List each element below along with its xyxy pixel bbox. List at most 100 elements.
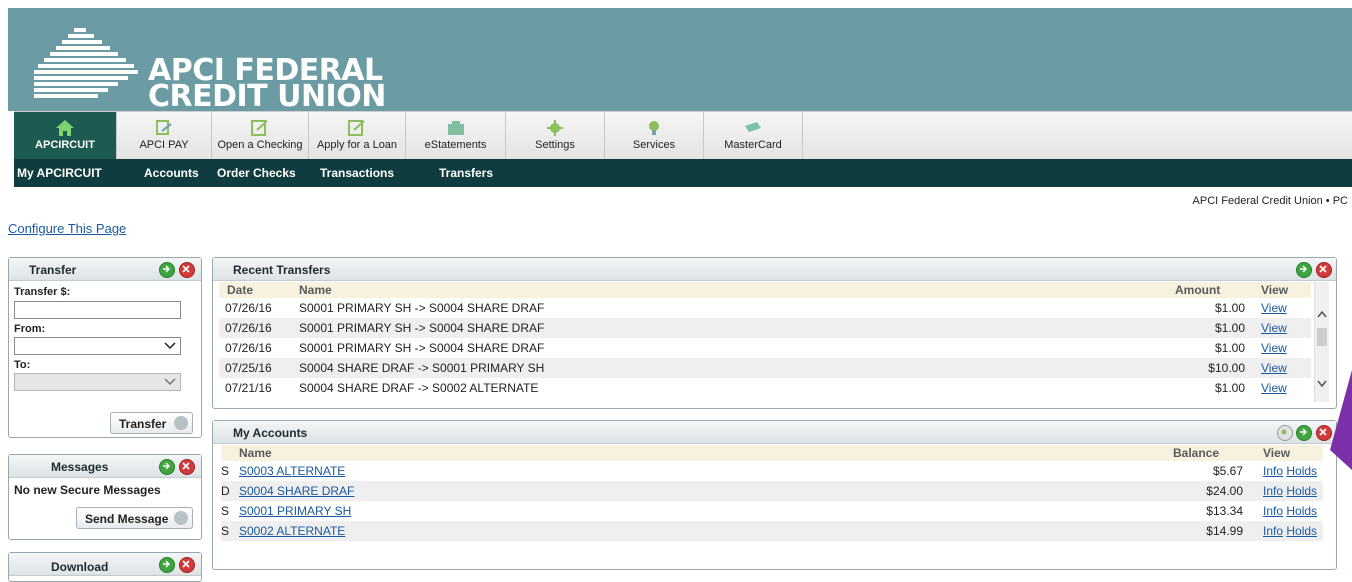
pay-icon xyxy=(156,120,172,135)
account-balance: $24.00 xyxy=(1173,481,1249,501)
tab-open-checking[interactable]: Open a Checking xyxy=(212,112,309,160)
recent-transfers-table: Date Name Amount View 07/26/16 S0001 PRI… xyxy=(219,282,1311,398)
column-header-balance: Balance xyxy=(1173,445,1249,461)
transfer-amount-label: Transfer $: xyxy=(14,286,71,298)
transfer-name: S0004 SHARE DRAF -> S0002 ALTERNATE xyxy=(299,381,539,395)
button-label: Transfer xyxy=(119,417,167,431)
holds-link[interactable]: Holds xyxy=(1286,484,1317,498)
scrollbar-thumb[interactable] xyxy=(1317,328,1327,346)
gear-icon xyxy=(547,120,563,136)
subnav-transactions[interactable]: Transactions xyxy=(320,166,394,180)
account-name-link[interactable]: S0002 ALTERNATE xyxy=(239,524,345,538)
arrow-right-icon xyxy=(174,511,188,525)
transfer-amount-input[interactable] xyxy=(14,301,181,319)
tab-settings[interactable]: Settings xyxy=(506,112,605,160)
tab-services[interactable]: Services xyxy=(605,112,704,160)
main-tab-bar: APCIRCUIT APCI PAY Open a Checking Apply… xyxy=(14,111,1352,161)
info-link[interactable]: Info xyxy=(1263,464,1283,478)
tab-label: Settings xyxy=(535,139,575,151)
panel-title: Messages xyxy=(51,460,109,474)
tab-apci-pay[interactable]: APCI PAY xyxy=(117,112,212,160)
table-row: S S0002 ALTERNATE $14.99 Info Holds xyxy=(221,521,1323,541)
configure-page-link[interactable]: Configure This Page xyxy=(8,221,126,236)
account-name-link[interactable]: S0004 SHARE DRAF xyxy=(239,484,354,498)
tab-label: MasterCard xyxy=(724,139,782,151)
close-icon[interactable] xyxy=(179,557,195,573)
tab-label: APCIRCUIT xyxy=(35,139,95,151)
button-label: Send Message xyxy=(85,512,169,526)
send-message-button[interactable]: Send Message xyxy=(76,507,193,529)
tab-estatements[interactable]: eStatements xyxy=(406,112,506,160)
transfer-date: 07/26/16 xyxy=(225,341,272,355)
close-icon[interactable] xyxy=(179,459,195,475)
view-link[interactable]: View xyxy=(1261,361,1287,375)
info-link[interactable]: Info xyxy=(1263,504,1283,518)
my-accounts-panel: My Accounts Name Balance View S S0003 AL… xyxy=(212,420,1337,570)
chevron-down-icon xyxy=(164,342,176,350)
holds-link[interactable]: Holds xyxy=(1286,504,1317,518)
home-icon xyxy=(56,120,74,136)
transfer-amount: $1.00 xyxy=(1175,318,1253,338)
tab-label: Apply for a Loan xyxy=(316,139,398,151)
header-banner: APCI FEDERAL CREDIT UNION xyxy=(8,8,1352,112)
panel-title: Recent Transfers xyxy=(233,263,331,277)
subnav-order-checks[interactable]: Order Checks xyxy=(217,166,296,180)
close-icon[interactable] xyxy=(1316,262,1332,278)
transfer-date: 07/25/16 xyxy=(219,358,299,378)
column-header-name: Name xyxy=(299,282,1175,298)
tab-apply-loan[interactable]: Apply for a Loan xyxy=(309,112,406,160)
panel-title: Transfer xyxy=(29,263,77,277)
transfer-panel: Transfer Transfer $: From: To: Transfer xyxy=(8,257,202,438)
info-link[interactable]: Info xyxy=(1263,524,1283,538)
close-icon[interactable] xyxy=(179,262,195,278)
tab-apcircuit[interactable]: APCIRCUIT xyxy=(14,112,117,160)
table-header-row: Date Name Amount View xyxy=(219,282,1311,298)
tab-mastercard[interactable]: MasterCard xyxy=(704,112,803,160)
to-account-select[interactable] xyxy=(14,373,181,391)
account-name-link[interactable]: S0001 PRIMARY SH xyxy=(239,504,351,518)
account-type: S xyxy=(221,521,235,541)
statement-icon xyxy=(447,121,464,135)
table-row: D S0004 SHARE DRAF $24.00 Info Holds xyxy=(221,481,1323,501)
table-row: S S0003 ALTERNATE $5.67 Info Holds xyxy=(221,461,1323,481)
table-row: 07/26/16 S0001 PRIMARY SH -> S0004 SHARE… xyxy=(219,318,1311,338)
column-header-view: View xyxy=(1249,445,1323,461)
account-name-link[interactable]: S0003 ALTERNATE xyxy=(239,464,345,478)
transfer-button[interactable]: Transfer xyxy=(110,412,193,434)
recent-transfers-header: Recent Transfers xyxy=(213,258,1336,281)
transfer-name: S0001 PRIMARY SH -> S0004 SHARE DRAF xyxy=(299,318,1175,338)
info-link[interactable]: Info xyxy=(1263,484,1283,498)
view-link[interactable]: View xyxy=(1261,381,1287,395)
from-account-select[interactable] xyxy=(14,337,181,355)
organization-text: APCI Federal Credit Union • PC xyxy=(1192,195,1348,207)
expand-icon[interactable] xyxy=(1296,262,1312,278)
holds-link[interactable]: Holds xyxy=(1286,524,1317,538)
column-header-date: Date xyxy=(219,282,299,298)
subnav-transfers[interactable]: Transfers xyxy=(439,166,493,180)
expand-icon[interactable] xyxy=(1296,425,1312,441)
brand-logo-text: APCI FEDERAL CREDIT UNION xyxy=(148,56,386,112)
tab-label: eStatements xyxy=(424,139,487,151)
view-link[interactable]: View xyxy=(1261,301,1287,315)
page-margin xyxy=(0,0,8,575)
transfer-name: S0001 PRIMARY SH -> S0004 SHARE DRAF xyxy=(299,301,545,315)
chevron-up-icon xyxy=(1317,310,1327,318)
account-type: D xyxy=(221,481,235,501)
table-row: 07/25/16 S0004 SHARE DRAF -> S0001 PRIMA… xyxy=(219,358,1311,378)
holds-link[interactable]: Holds xyxy=(1286,464,1317,478)
subnav-accounts[interactable]: Accounts xyxy=(144,166,199,180)
expand-icon[interactable] xyxy=(159,557,175,573)
account-type: S xyxy=(221,464,230,478)
from-label: From: xyxy=(14,323,46,335)
account-balance: $13.34 xyxy=(1206,504,1243,518)
view-link[interactable]: View xyxy=(1261,341,1287,355)
subnav-my-apcircuit[interactable]: My APCIRCUIT xyxy=(17,166,102,180)
expand-icon[interactable] xyxy=(159,262,175,278)
table-row: 07/21/16 S0004 SHARE DRAF -> S0002 ALTER… xyxy=(219,378,1311,398)
tab-label: Services xyxy=(632,139,676,151)
table-header-row: Name Balance View xyxy=(221,445,1323,461)
view-link[interactable]: View xyxy=(1261,321,1287,335)
account-balance: $14.99 xyxy=(1173,521,1249,541)
expand-icon[interactable] xyxy=(159,459,175,475)
gear-icon[interactable] xyxy=(1277,425,1293,441)
